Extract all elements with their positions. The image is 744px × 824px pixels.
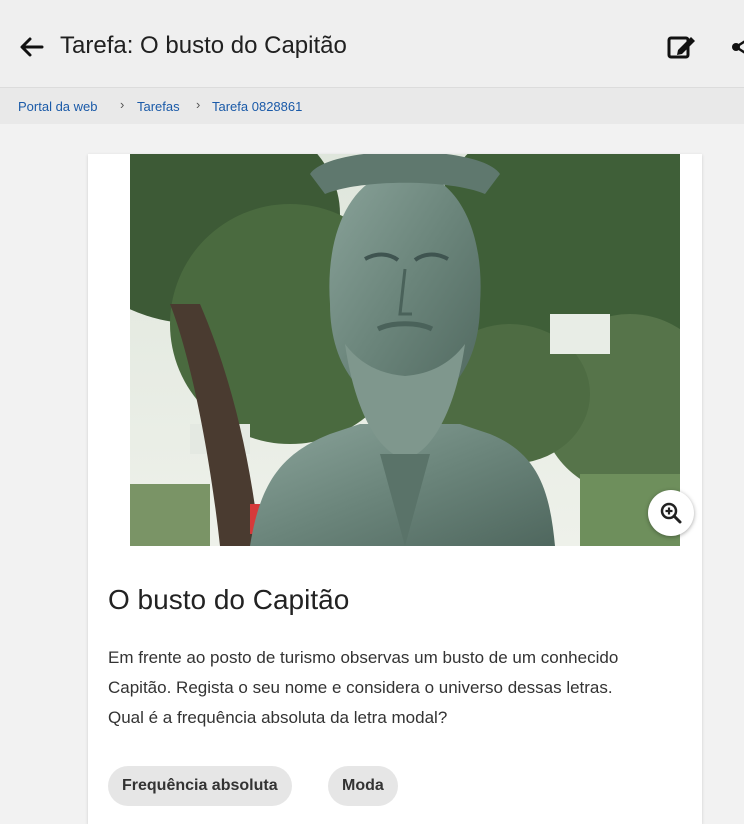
- share-button[interactable]: [728, 32, 744, 62]
- page-title: Tarefa: O busto do Capitão: [60, 32, 347, 59]
- breadcrumb-separator: ›: [196, 97, 201, 112]
- app-bar: Tarefa: O busto do Capitão: [0, 0, 744, 88]
- edit-note-icon: [667, 36, 695, 59]
- edit-button[interactable]: [666, 32, 698, 62]
- description-line: Em frente ao posto de turismo observas u…: [108, 648, 619, 667]
- breadcrumb: Portal da web › Tarefas › Tarefa 0828861: [0, 88, 744, 124]
- breadcrumb-separator: ›: [120, 97, 125, 112]
- tag-frequencia-absoluta[interactable]: Frequência absoluta: [108, 766, 292, 806]
- tag-moda[interactable]: Moda: [328, 766, 398, 806]
- task-title: O busto do Capitão: [108, 584, 350, 615]
- breadcrumb-item-current[interactable]: Tarefa 0828861: [212, 99, 302, 114]
- share-icon: [732, 40, 744, 54]
- breadcrumb-item-portal[interactable]: Portal da web: [18, 99, 98, 114]
- zoom-in-icon: [660, 502, 682, 524]
- task-description: Em frente ao posto de turismo observas u…: [108, 643, 698, 733]
- breadcrumb-item-tarefas[interactable]: Tarefas: [137, 99, 180, 114]
- description-line: Qual é a frequência absoluta da letra mo…: [108, 708, 448, 727]
- zoom-button[interactable]: [648, 490, 694, 536]
- back-button[interactable]: [14, 30, 48, 64]
- arrow-left-icon: [20, 37, 44, 57]
- description-line: Capitão. Regista o seu nome e considera …: [108, 678, 613, 697]
- task-image[interactable]: [130, 154, 680, 546]
